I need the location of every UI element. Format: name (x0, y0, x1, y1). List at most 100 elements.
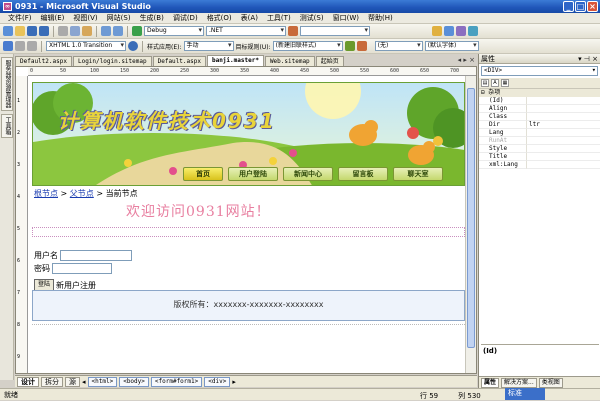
font-select[interactable]: (默认字体) (424, 41, 479, 51)
nav-news[interactable]: 新闻中心 (283, 167, 333, 181)
tab-banji-master[interactable]: banji.master* (206, 55, 264, 66)
properties-icon[interactable] (444, 26, 454, 36)
property-value[interactable] (527, 161, 600, 169)
tab-solution-explorer[interactable]: 解决方案... (501, 377, 537, 388)
categorized-icon[interactable]: ▤ (481, 79, 489, 87)
breadcrumb-root[interactable]: 根节点 (34, 189, 58, 198)
menu-help[interactable]: 帮助(H) (368, 13, 393, 23)
save-all-icon[interactable] (39, 26, 49, 36)
tag-html[interactable]: <html> (87, 376, 118, 387)
object-browser-icon[interactable] (456, 26, 466, 36)
close-button[interactable]: × (587, 1, 598, 12)
property-row[interactable]: Align (479, 105, 600, 113)
tab-class-view[interactable]: 类视图 (538, 377, 563, 388)
tag-form[interactable]: <form#form1> (150, 376, 203, 387)
property-row[interactable]: Dir ltr (479, 121, 600, 129)
paste-icon[interactable] (82, 26, 92, 36)
server-explorer-tab[interactable]: 服务器资源管理器 (1, 57, 13, 111)
block-format-select[interactable]: (无) (374, 41, 423, 51)
style-mode-select[interactable]: 手动 (183, 41, 234, 51)
property-row[interactable]: Class (479, 113, 600, 121)
password-input[interactable] (52, 263, 112, 274)
menu-website[interactable]: 网站(S) (107, 13, 131, 23)
nav-guestbook[interactable]: 留言板 (338, 167, 388, 181)
menu-window[interactable]: 窗口(W) (333, 13, 359, 23)
property-row[interactable]: Lang (479, 129, 600, 137)
close-tab-icon[interactable]: ◂ ▸ × (458, 56, 475, 64)
scroll-thumb[interactable] (467, 88, 475, 348)
style-options-icon[interactable] (356, 41, 367, 51)
panel-pin-icon[interactable]: ▾ ⊣ × (578, 54, 598, 64)
property-row[interactable]: Style (479, 145, 600, 153)
toolbox-tab[interactable]: 工具箱 (1, 114, 13, 138)
tab-login-sitemap[interactable]: Login/login.sitemap (72, 56, 152, 66)
tag-body[interactable]: <body> (119, 376, 149, 387)
nav-home[interactable]: 首页 (183, 167, 223, 181)
username-input[interactable] (60, 250, 132, 261)
property-value[interactable] (527, 137, 600, 145)
property-pages-icon[interactable]: ▦ (501, 79, 509, 87)
minimize-button[interactable]: _ (563, 1, 574, 12)
alphabetical-icon[interactable]: A (491, 79, 499, 87)
menu-table[interactable]: 表(A) (241, 13, 258, 23)
find-combo[interactable] (300, 26, 370, 36)
vertical-scrollbar[interactable] (465, 76, 476, 373)
property-value[interactable] (527, 129, 600, 137)
tab-default[interactable]: Default.aspx (152, 56, 206, 66)
nav-chatroom[interactable]: 聊天室 (393, 167, 443, 181)
platform-select[interactable]: .NET (206, 26, 286, 36)
menu-file[interactable]: 文件(F) (8, 13, 32, 23)
property-value[interactable] (527, 97, 600, 105)
taskbar-language-button[interactable]: 标准 (505, 388, 545, 400)
target-rule-select[interactable]: (新建旧联样式) (272, 41, 343, 51)
property-value[interactable] (527, 113, 600, 121)
indent-icon[interactable] (15, 41, 25, 51)
menu-view[interactable]: 视图(V) (73, 13, 97, 23)
content-placeholder[interactable] (32, 227, 465, 237)
property-value[interactable]: ltr (527, 121, 600, 129)
register-link[interactable]: 新用户注册 (56, 280, 96, 291)
property-category[interactable]: ⊟ 杂项 (479, 89, 600, 97)
cut-icon[interactable] (58, 26, 68, 36)
source-view-button[interactable]: 源 (65, 376, 80, 387)
doctype-select[interactable]: XHTML 1.0 Transition (46, 41, 126, 51)
menu-tools[interactable]: 工具(T) (267, 13, 291, 23)
start-debug-icon[interactable] (132, 26, 142, 36)
property-value[interactable] (527, 145, 600, 153)
split-view-button[interactable]: 拆分 (41, 376, 63, 387)
undo-icon[interactable] (101, 26, 111, 36)
validate-icon[interactable] (128, 41, 138, 51)
property-row[interactable]: Title (479, 153, 600, 161)
tab-properties[interactable]: 属性 (481, 377, 500, 388)
outdent-icon[interactable] (27, 41, 37, 51)
tag-nav-left-icon[interactable]: ◂ (82, 378, 86, 386)
find-icon[interactable] (288, 26, 298, 36)
menu-format[interactable]: 格式(O) (207, 13, 232, 23)
property-value[interactable] (527, 153, 600, 161)
breadcrumb-parent[interactable]: 父节点 (70, 189, 94, 198)
config-select[interactable]: Debug (144, 26, 204, 36)
tag-nav-right-icon[interactable]: ▸ (232, 378, 236, 386)
toolbox-icon[interactable] (468, 26, 478, 36)
tab-default2[interactable]: Default2.aspx (15, 56, 72, 66)
open-folder-icon[interactable] (15, 26, 25, 36)
footer-copyright[interactable]: 版权所有：xxxxxxx-xxxxxxx-xxxxxxxx (32, 290, 465, 321)
menu-edit[interactable]: 编辑(E) (41, 13, 65, 23)
nav-login[interactable]: 用户登陆 (228, 167, 278, 181)
redo-icon[interactable] (113, 26, 123, 36)
tag-div[interactable]: <div> (204, 376, 231, 387)
copy-icon[interactable] (70, 26, 80, 36)
menu-test[interactable]: 测试(S) (300, 13, 324, 23)
apply-style-icon[interactable] (344, 41, 355, 51)
property-row[interactable]: RunAt (479, 137, 600, 145)
menu-debug[interactable]: 调试(D) (173, 13, 198, 23)
selected-object-select[interactable]: <DIV> (481, 66, 598, 76)
property-row[interactable]: xml:Lang (479, 161, 600, 169)
menu-build[interactable]: 生成(B) (140, 13, 164, 23)
tab-web-sitemap[interactable]: Web.sitemap (264, 56, 315, 66)
maximize-button[interactable]: □ (575, 1, 586, 12)
property-value[interactable] (527, 105, 600, 113)
tab-start-page[interactable]: 起始页 (315, 56, 344, 66)
new-project-icon[interactable] (3, 26, 13, 36)
design-view-button[interactable]: 设计 (17, 376, 39, 387)
